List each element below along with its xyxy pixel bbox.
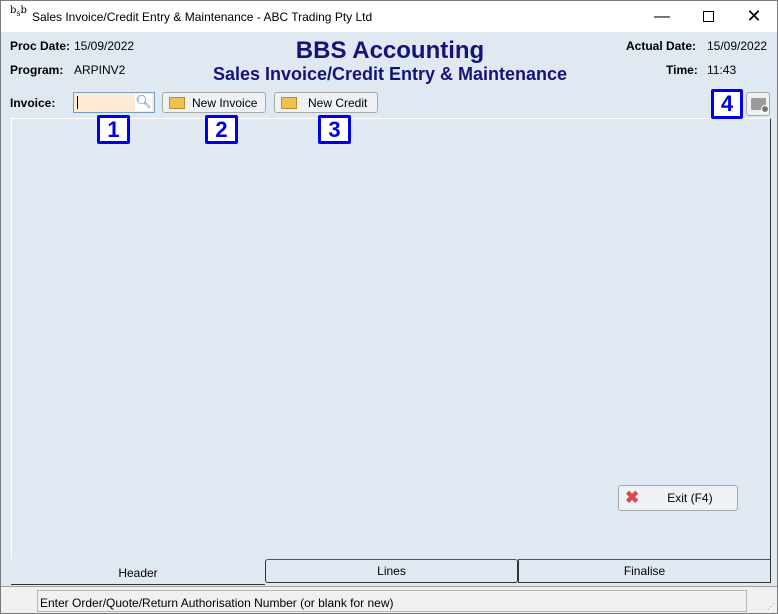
tab-lines[interactable]: Lines — [265, 559, 518, 583]
actual-date-value: 15/09/2022 — [707, 39, 768, 53]
resize-grip[interactable]: ⋰ — [767, 602, 775, 611]
badge-1: 1 — [97, 115, 130, 144]
badge-3: 3 — [318, 115, 351, 144]
window-title: Sales Invoice/Credit Entry & Maintenance… — [32, 10, 373, 24]
close-button[interactable]: ✕ — [731, 1, 777, 32]
actual-date-label: Actual Date: — [626, 39, 697, 53]
minimize-button[interactable]: — — [639, 1, 685, 32]
invoice-input[interactable]: 🔍︎ — [73, 92, 155, 113]
badge-4: 4 — [711, 89, 743, 119]
maximize-button[interactable] — [685, 1, 731, 32]
status-message: Enter Order/Quote/Return Authorisation N… — [37, 590, 747, 612]
red-x-icon: ✖ — [625, 488, 640, 507]
screen-title: Sales Invoice/Credit Entry & Maintenance — [212, 64, 568, 84]
folder-add-button[interactable] — [746, 92, 770, 116]
exit-button[interactable]: ✖ Exit (F4) — [618, 485, 738, 511]
tab-finalise[interactable]: Finalise — [518, 559, 771, 583]
search-icon[interactable]: 🔍︎ — [135, 94, 152, 111]
invoice-label: Invoice: — [10, 96, 56, 110]
window: bsb Sales Invoice/Credit Entry & Mainten… — [0, 0, 778, 614]
title-bar: bsb Sales Invoice/Credit Entry & Mainten… — [1, 1, 777, 32]
folder-add-icon — [750, 98, 769, 113]
new-invoice-button[interactable]: New Invoice — [162, 92, 266, 113]
edit-document-icon — [169, 96, 185, 109]
tab-header[interactable]: Header — [11, 559, 265, 585]
status-bar: Enter Order/Quote/Return Authorisation N… — [1, 586, 777, 613]
edit-document-icon — [281, 96, 297, 109]
badge-2: 2 — [205, 115, 238, 144]
time-label: Time: — [666, 63, 698, 77]
time-value: 11:43 — [707, 63, 737, 77]
bbs-logo-icon: bsb — [10, 5, 27, 18]
new-credit-button[interactable]: New Credit — [274, 92, 378, 113]
